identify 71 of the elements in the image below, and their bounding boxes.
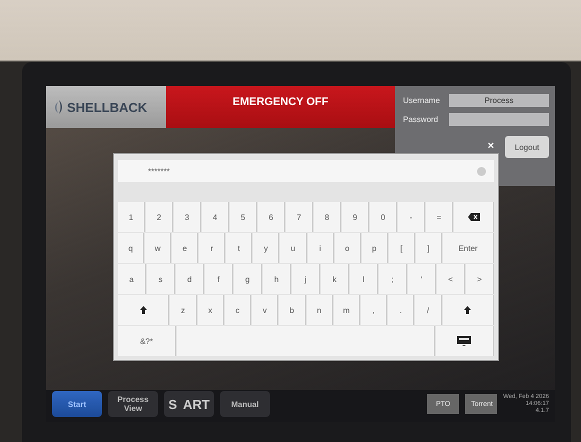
keyboard-key[interactable]: a [118, 264, 146, 294]
keyboard-key[interactable]: v [252, 295, 278, 325]
keyboard-key[interactable]: 9 [342, 202, 369, 232]
logout-button[interactable]: Logout [505, 136, 549, 158]
shift-key[interactable] [118, 295, 170, 325]
emergency-status: EMERGENCY OFF [166, 86, 395, 128]
backspace-key[interactable] [454, 202, 494, 232]
keyboard-key[interactable]: u [280, 233, 307, 263]
keyboard-key[interactable]: 4 [202, 202, 229, 232]
keyboard-key[interactable]: k [321, 264, 349, 294]
keyboard-key[interactable]: l [350, 264, 378, 294]
keyboard-key[interactable]: n [306, 295, 333, 325]
keyboard-key[interactable]: < [437, 264, 465, 294]
keyboard-key[interactable]: 2 [146, 202, 173, 232]
keyboard-key[interactable]: 0 [370, 202, 397, 232]
keyboard-key[interactable]: d [176, 264, 204, 294]
keyboard-key[interactable]: e [172, 233, 198, 263]
hide-keyboard-key[interactable] [436, 326, 494, 356]
close-button[interactable]: × [488, 141, 494, 152]
keyboard-key[interactable]: w [145, 233, 172, 263]
keyboard-key[interactable]: . [388, 295, 414, 325]
keyboard-key[interactable]: 8 [314, 202, 341, 232]
backspace-icon [468, 213, 480, 221]
keyboard-key[interactable]: o [334, 233, 361, 263]
keyboard-key[interactable]: / [415, 295, 442, 325]
keyboard-key[interactable]: f [205, 264, 233, 294]
keyboard-key[interactable]: y [253, 233, 280, 263]
smart-button[interactable]: S ART [164, 391, 214, 417]
keyboard-key[interactable]: p [362, 233, 388, 263]
keyboard-key[interactable]: 7 [286, 202, 313, 232]
keyboard-key[interactable]: h [263, 264, 291, 294]
keyboard-key[interactable]: i [308, 233, 334, 263]
logo-text: SHELLBACK [67, 100, 148, 114]
nav-button[interactable]: Manual [220, 391, 270, 417]
keyboard-key[interactable]: c [224, 295, 252, 325]
keyboard-key[interactable]: ; [379, 264, 407, 294]
keyboard-key[interactable]: r [199, 233, 226, 263]
keyboard-key[interactable]: b [279, 295, 306, 325]
keyboard-key[interactable]: ' [408, 264, 436, 294]
keyboard-key[interactable]: &?* [118, 326, 176, 356]
clear-icon[interactable] [477, 166, 486, 176]
keyboard-key[interactable]: = [426, 202, 453, 232]
input-field[interactable]: ******* [118, 160, 494, 182]
arrow-up-icon [140, 306, 147, 314]
keyboard-key[interactable]: 3 [174, 202, 201, 232]
keyboard-key[interactable]: 1 [118, 202, 145, 232]
username-field[interactable]: Process [449, 94, 549, 107]
keyboard-key[interactable]: s [147, 264, 175, 294]
password-label: Password [403, 115, 440, 124]
keyboard-key[interactable]: j [292, 264, 320, 294]
password-field[interactable] [449, 113, 549, 126]
keyboard-icon [457, 336, 472, 346]
nav-button[interactable]: Start [52, 391, 102, 417]
keyboard-key[interactable]: q [118, 233, 144, 263]
keyboard-key[interactable]: - [398, 202, 425, 232]
keyboard-key[interactable]: 6 [258, 202, 285, 232]
username-label: Username [403, 96, 441, 105]
keyboard-key[interactable]: m [334, 295, 360, 325]
keyboard-key[interactable]: x [198, 295, 224, 325]
logo-icon [54, 100, 64, 114]
keyboard-key[interactable]: [ [388, 233, 415, 263]
keyboard-key[interactable]: t [226, 233, 252, 263]
keyboard-key[interactable]: z [170, 295, 197, 325]
nav-button[interactable]: Process View [108, 391, 158, 417]
keyboard-key[interactable]: Enter [442, 233, 494, 263]
keyboard-key[interactable]: > [466, 264, 494, 294]
keyboard-key[interactable]: ] [416, 233, 442, 263]
keyboard-key[interactable]: , [360, 295, 388, 325]
keyboard-key[interactable]: g [234, 264, 262, 294]
arrow-up-icon [464, 306, 472, 314]
keyboard-key[interactable]: 5 [230, 202, 257, 232]
